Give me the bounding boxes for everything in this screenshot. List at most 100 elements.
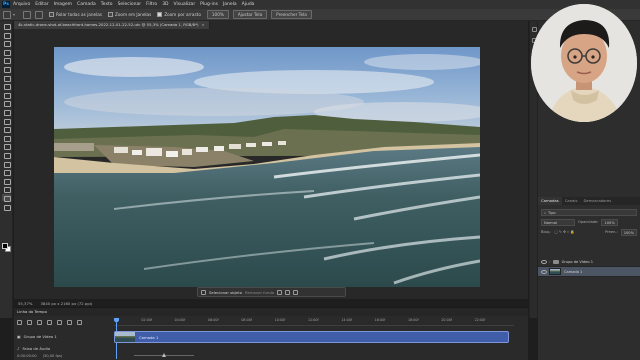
fill-screen-button[interactable]: Preencher Tela (271, 10, 312, 19)
zoom-100-button[interactable]: 100% (206, 10, 229, 19)
brush-tool-icon[interactable] (2, 91, 11, 99)
ruler-tick-label: 08:00f (241, 318, 252, 322)
menu-arquivo[interactable]: Arquivo (13, 2, 30, 7)
lasso-tool-icon[interactable] (2, 40, 11, 48)
zoom-resize-label: Zoom em Janelas (114, 12, 152, 17)
ruler-tick-label: 02:00f (141, 318, 152, 322)
layer-row-camada-1[interactable]: Camada 1 (538, 267, 640, 277)
hand-tool-icon[interactable] (2, 186, 11, 194)
tab-channels[interactable]: Canais (562, 197, 581, 205)
ruler-tick-label: 04:00f (174, 318, 186, 322)
healing-brush-tool-icon[interactable] (2, 83, 11, 91)
layer-thumbnail (549, 268, 561, 275)
canvas-image[interactable] (54, 47, 480, 287)
fill-label: Preen.: (605, 230, 618, 234)
opacity-input[interactable]: 100% (601, 219, 618, 226)
zoom-in-icon[interactable] (23, 10, 31, 19)
tab-paths[interactable]: Demarcadores (580, 197, 614, 205)
scrubby-zoom-checkbox[interactable] (157, 12, 163, 17)
zoom-resize-checkbox[interactable] (107, 12, 113, 17)
gradient-tool-icon[interactable] (2, 126, 11, 134)
blend-mode-select[interactable]: Normal (541, 219, 575, 226)
menu-janela[interactable]: Janela (223, 2, 237, 7)
zoom-tool-icon[interactable] (2, 194, 11, 202)
fill-input[interactable]: 100% (620, 229, 637, 236)
tab-layers[interactable]: Camadas (538, 197, 562, 205)
remove-background-button[interactable]: Remover fundo (245, 290, 274, 295)
lock-icon[interactable]: ▢ ✎ ✥ ⌗ 🔒 (554, 229, 575, 236)
settings-icon[interactable] (67, 320, 72, 325)
foreground-color-swatch[interactable] (2, 243, 8, 249)
filter-kind-value: Tipo (548, 211, 556, 215)
chevron-down-icon[interactable]: ▾ (13, 12, 19, 18)
timecode-readout[interactable]: 0:00:00:00 (17, 354, 37, 358)
object-select-tool-icon[interactable] (2, 48, 11, 56)
marquee-tool-icon[interactable] (2, 31, 11, 39)
history-panel-icon[interactable] (532, 27, 537, 32)
document-tab[interactable]: 4k-static-drone-shot-of-beachfront-homes… (14, 21, 210, 29)
menu-texto[interactable]: Texto (101, 2, 113, 7)
first-frame-icon[interactable] (17, 320, 22, 325)
menu-imagem[interactable]: Imagem (54, 2, 72, 7)
speaker-icon: ♪ (17, 346, 20, 351)
move-tool-icon[interactable] (2, 23, 11, 31)
fit-screen-button[interactable]: Ajustar Tela (232, 10, 268, 19)
blur-tool-icon[interactable] (2, 134, 11, 142)
history-brush-tool-icon[interactable] (2, 109, 11, 117)
menu-selecionar[interactable]: Selecionar (118, 2, 142, 7)
transform-icon[interactable] (277, 289, 283, 295)
audio-icon[interactable] (57, 320, 62, 325)
menu-ajuda[interactable]: Ajuda (242, 2, 255, 7)
menu-filtro[interactable]: Filtro (146, 2, 157, 7)
type-tool-icon[interactable] (2, 160, 11, 168)
drag-handle-icon[interactable] (201, 289, 206, 295)
frame-tool-icon[interactable] (2, 66, 11, 74)
photoshop-logo-icon: Ps (2, 1, 10, 8)
more-options-icon[interactable] (293, 289, 299, 295)
ruler-tick-label: 20:00f (441, 318, 452, 322)
menu-plugins[interactable]: Plug-ins (200, 2, 218, 7)
adjust-icon[interactable] (285, 289, 291, 295)
split-icon[interactable] (77, 320, 82, 325)
chevron-right-icon[interactable]: › (549, 259, 551, 264)
lock-label: Bloq.: (541, 230, 552, 234)
pen-tool-icon[interactable] (2, 152, 11, 159)
audio-track-label[interactable]: ♪ Faixa de Áudio (17, 346, 50, 351)
blend-options-row: Normal Opacidade: 100% (541, 219, 637, 226)
timeline-title[interactable]: Linha do Tempo (14, 308, 528, 316)
scroll-all-checkbox[interactable] (49, 12, 54, 17)
next-frame-icon[interactable] (47, 320, 52, 325)
close-icon[interactable]: × (201, 21, 204, 29)
video-group-track-label[interactable]: ▣ Grupo de Vídeo 1 (17, 334, 57, 339)
ruler-tick-label: 10:00f (274, 318, 286, 322)
layer-name: Camada 1 (564, 269, 583, 274)
opacity-label: Opacidade: (578, 220, 599, 224)
menu-3d[interactable]: 3D (162, 2, 168, 7)
scrubby-zoom-label: Zoom por arrasto (164, 12, 201, 17)
ruler-tick-label: 22:00f (474, 318, 486, 322)
menu-editar[interactable]: Editar (35, 2, 48, 7)
rectangle-tool-icon[interactable] (2, 177, 11, 185)
clone-stamp-tool-icon[interactable] (2, 100, 11, 108)
play-icon[interactable] (37, 320, 42, 325)
eyedropper-tool-icon[interactable] (2, 74, 11, 82)
visibility-eye-icon[interactable] (541, 259, 547, 264)
layer-filter-select[interactable]: ⌕ Tipo (541, 209, 637, 216)
webcam-overlay (531, 4, 637, 122)
dodge-tool-icon[interactable] (2, 143, 11, 151)
eraser-tool-icon[interactable] (2, 117, 11, 125)
menu-visualizar[interactable]: Visualizar (174, 2, 196, 7)
prev-frame-icon[interactable] (27, 320, 32, 325)
path-select-tool-icon[interactable] (2, 169, 11, 177)
zoom-out-icon[interactable] (35, 10, 43, 19)
visibility-eye-icon[interactable] (541, 269, 547, 274)
more-tools-icon[interactable] (2, 203, 11, 211)
options-bar: ▾ Rolar todas as janelas Zoom em Janelas… (0, 9, 640, 21)
select-subject-button[interactable]: Selecionar objeto (209, 290, 242, 295)
zoom-tool-icon[interactable] (3, 10, 11, 19)
menu-camada[interactable]: Camada (77, 2, 96, 7)
crop-tool-icon[interactable] (2, 57, 11, 65)
layer-row-video-group[interactable]: › Grupo de Vídeo 1 (538, 257, 640, 267)
timeline-ruler[interactable]: 02:00f 04:00f 06:00f 08:00f 10:00f 12:00f 14:0… (114, 318, 514, 326)
video-clip[interactable]: Camada 1 (114, 331, 509, 343)
